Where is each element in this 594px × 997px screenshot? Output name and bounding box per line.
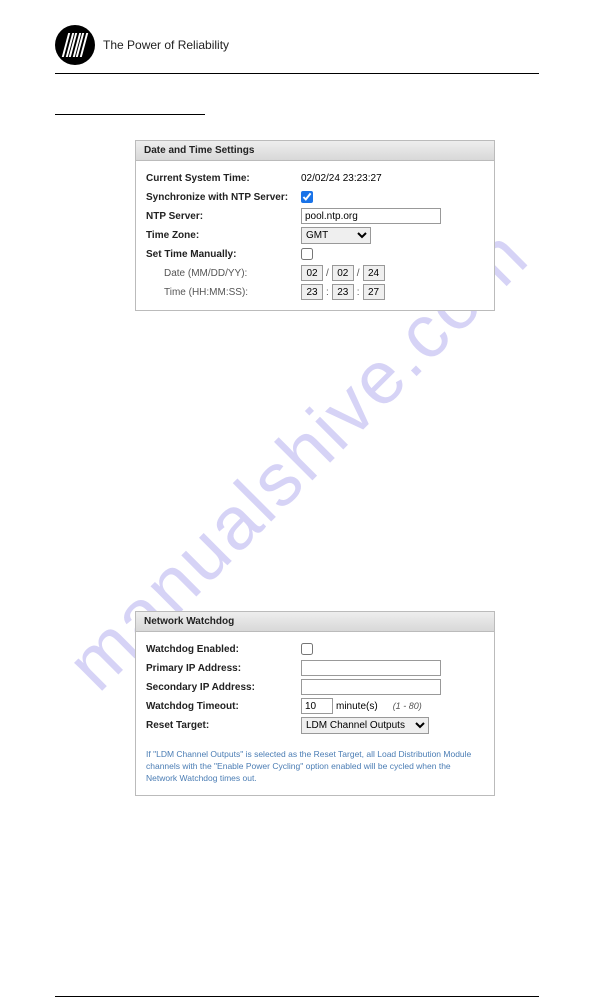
- watchdog-timeout-unit: minute(s): [336, 701, 378, 712]
- date-dd-input[interactable]: [332, 265, 354, 281]
- date-label: Date (MM/DD/YY):: [146, 268, 301, 279]
- company-logo-icon: [55, 25, 95, 65]
- secondary-ip-label: Secondary IP Address:: [146, 682, 301, 693]
- watchdog-enabled-label: Watchdog Enabled:: [146, 644, 301, 655]
- date-yy-input[interactable]: [363, 265, 385, 281]
- set-manual-checkbox[interactable]: [301, 248, 313, 260]
- timezone-select[interactable]: GMT: [301, 227, 371, 244]
- ntp-server-label: NTP Server:: [146, 211, 301, 222]
- time-mm-input[interactable]: [332, 284, 354, 300]
- date-sep2: /: [357, 268, 360, 279]
- date-mm-input[interactable]: [301, 265, 323, 281]
- page-header: The Power of Reliability: [55, 0, 539, 74]
- watchdog-panel-title: Network Watchdog: [136, 612, 494, 632]
- timezone-label: Time Zone:: [146, 230, 301, 241]
- time-ss-input[interactable]: [363, 284, 385, 300]
- time-hh-input[interactable]: [301, 284, 323, 300]
- datetime-panel-title: Date and Time Settings: [136, 141, 494, 161]
- time-label: Time (HH:MM:SS):: [146, 287, 301, 298]
- watchdog-timeout-input[interactable]: [301, 698, 333, 714]
- time-sep1: :: [326, 287, 329, 298]
- network-watchdog-panel: Network Watchdog Watchdog Enabled: Prima…: [135, 611, 495, 796]
- ntp-server-input[interactable]: [301, 208, 441, 224]
- date-sep1: /: [326, 268, 329, 279]
- current-time-label: Current System Time:: [146, 173, 301, 184]
- watchdog-timeout-label: Watchdog Timeout:: [146, 701, 301, 712]
- reset-target-select[interactable]: LDM Channel Outputs: [301, 717, 429, 734]
- primary-ip-label: Primary IP Address:: [146, 663, 301, 674]
- watchdog-footnote: If "LDM Channel Outputs" is selected as …: [136, 743, 494, 795]
- divider-top: [55, 114, 205, 115]
- time-sep2: :: [357, 287, 360, 298]
- primary-ip-input[interactable]: [301, 660, 441, 676]
- sync-ntp-label: Synchronize with NTP Server:: [146, 192, 301, 203]
- set-manual-label: Set Time Manually:: [146, 249, 301, 260]
- watchdog-timeout-hint: (1 - 80): [393, 701, 422, 711]
- secondary-ip-input[interactable]: [301, 679, 441, 695]
- sync-ntp-checkbox[interactable]: [301, 191, 313, 203]
- tagline-text: The Power of Reliability: [103, 38, 229, 52]
- datetime-settings-panel: Date and Time Settings Current System Ti…: [135, 140, 495, 311]
- current-time-value: 02/02/24 23:23:27: [301, 173, 484, 184]
- reset-target-label: Reset Target:: [146, 720, 301, 731]
- watchdog-enabled-checkbox[interactable]: [301, 643, 313, 655]
